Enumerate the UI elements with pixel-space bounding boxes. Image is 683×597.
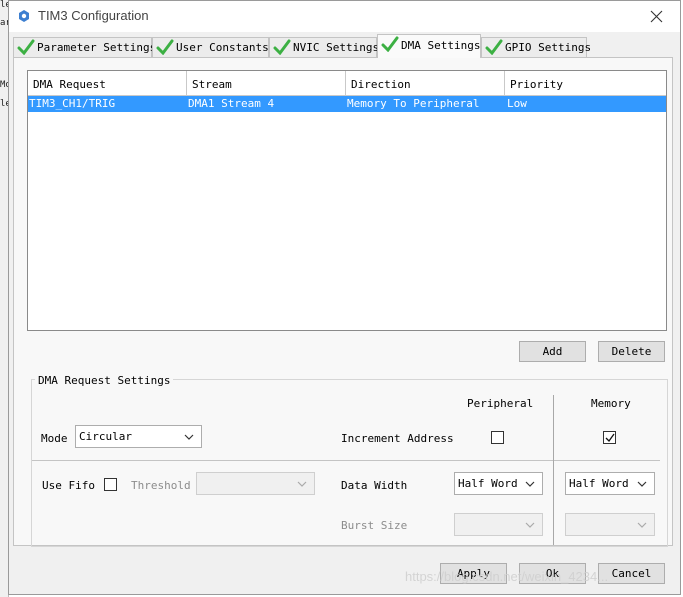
delete-button[interactable]: Delete: [598, 341, 665, 362]
background-text-fragment: le: [0, 99, 8, 109]
checkmark-icon: [605, 433, 615, 443]
watermark-text: https://blog.csdn.net/weixin_4234...: [405, 569, 609, 584]
burst-size-label: Burst Size: [341, 519, 408, 532]
memory-data-width-select[interactable]: Half Word: [565, 472, 655, 495]
memory-header: Memory: [591, 397, 631, 410]
tim3-configuration-dialog: TIM3 Configuration Parameter Settings Us…: [8, 0, 681, 595]
table-row[interactable]: TIM3_CH1/TRIG DMA1 Stream 4 Memory To Pe…: [28, 96, 666, 112]
title-bar: TIM3 Configuration: [9, 1, 680, 32]
separator: [32, 460, 553, 461]
data-width-label: Data Width: [341, 479, 408, 492]
tab-label: NVIC Settings: [293, 41, 380, 54]
threshold-label: Threshold: [131, 479, 191, 492]
increment-address-label: Increment Address: [341, 432, 454, 445]
green-check-icon: [156, 39, 174, 55]
tab-gpio-settings[interactable]: GPIO Settings: [481, 37, 591, 57]
chevron-down-icon: [525, 522, 535, 528]
memory-data-width-value: Half Word: [569, 477, 629, 490]
tab-label: User Constants: [176, 41, 269, 54]
chevron-down-icon: [297, 481, 307, 487]
tab-dma-settings[interactable]: DMA Settings: [377, 34, 481, 58]
add-button[interactable]: Add: [519, 341, 586, 362]
green-check-icon: [17, 39, 35, 55]
column-header-dma-request[interactable]: DMA Request: [28, 71, 187, 96]
peripheral-increment-checkbox[interactable]: [491, 431, 504, 444]
tab-user-constants[interactable]: User Constants: [152, 37, 269, 57]
green-check-icon: [485, 39, 503, 55]
separator: [554, 460, 660, 461]
dma-settings-panel: DMA Request Stream Direction Priority TI…: [13, 57, 673, 547]
tab-label: Parameter Settings: [37, 41, 157, 54]
use-fifo-label: Use Fifo: [42, 479, 95, 492]
peripheral-data-width-select[interactable]: Half Word: [454, 472, 543, 495]
peripheral-burst-size-select[interactable]: [454, 513, 543, 536]
column-header-priority[interactable]: Priority: [505, 71, 666, 96]
tab-nvic-settings[interactable]: NVIC Settings: [269, 37, 380, 57]
dma-request-table: DMA Request Stream Direction Priority TI…: [27, 70, 667, 331]
background-text-fragment: Mo: [0, 80, 8, 90]
background-text-fragment: le: [0, 0, 8, 10]
mode-label: Mode: [41, 432, 68, 445]
tab-label: DMA Settings: [401, 39, 481, 52]
threshold-select[interactable]: [196, 472, 315, 495]
cell-direction: Memory To Peripheral: [347, 97, 480, 110]
mode-select[interactable]: Circular: [75, 425, 202, 448]
background-text-fragment: ar: [0, 18, 8, 28]
green-check-icon: [273, 39, 291, 55]
window-title: TIM3 Configuration: [38, 8, 149, 23]
column-header-direction[interactable]: Direction: [346, 71, 505, 96]
cell-priority: Low: [507, 97, 527, 110]
table-header: DMA Request Stream Direction Priority: [28, 71, 666, 96]
tab-parameter-settings[interactable]: Parameter Settings: [13, 37, 156, 57]
cell-stream: DMA1 Stream 4: [188, 97, 275, 110]
mode-value: Circular: [79, 430, 132, 443]
use-fifo-checkbox[interactable]: [104, 478, 117, 491]
group-title: DMA Request Settings: [35, 374, 174, 387]
chevron-down-icon: [637, 522, 647, 528]
chevron-down-icon: [525, 481, 535, 487]
tab-bar: Parameter Settings User Constants NVIC S…: [13, 34, 673, 58]
close-icon: [650, 10, 663, 23]
chevron-down-icon: [637, 481, 647, 487]
column-header-stream[interactable]: Stream: [187, 71, 346, 96]
close-button[interactable]: [634, 1, 680, 32]
peripheral-header: Peripheral: [467, 397, 534, 410]
peripheral-data-width-value: Half Word: [458, 477, 518, 490]
tab-label: GPIO Settings: [505, 41, 592, 54]
chevron-down-icon: [184, 434, 194, 440]
green-check-icon: [381, 36, 399, 52]
memory-increment-checkbox[interactable]: [603, 431, 616, 444]
memory-burst-size-select[interactable]: [565, 513, 655, 536]
app-gear-icon: [18, 10, 30, 22]
column-divider: [553, 395, 554, 545]
cell-dma-request: TIM3_CH1/TRIG: [29, 97, 116, 110]
